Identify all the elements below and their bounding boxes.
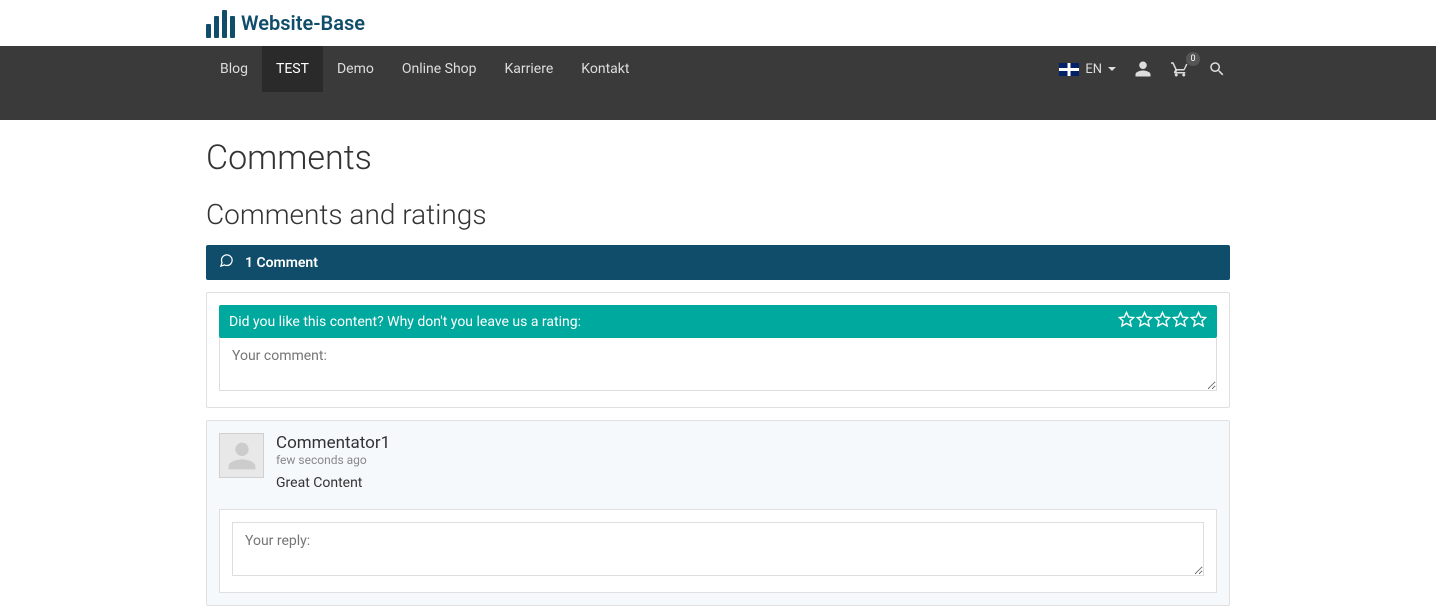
nav-right: EN 0 bbox=[1059, 46, 1230, 92]
star-2[interactable] bbox=[1136, 311, 1153, 332]
comment-body: Commentator1 few seconds ago Great Conte… bbox=[276, 433, 1217, 491]
comment-text: Great Content bbox=[276, 475, 1217, 491]
star-4[interactable] bbox=[1172, 311, 1189, 332]
comment-time: few seconds ago bbox=[276, 453, 1217, 467]
comment-author: Commentator1 bbox=[276, 433, 1217, 453]
star-1[interactable] bbox=[1118, 311, 1135, 332]
page-title: Comments bbox=[206, 138, 1230, 178]
rating-stars bbox=[1118, 311, 1207, 332]
nav-item-demo[interactable]: Demo bbox=[323, 46, 388, 92]
comment-textarea[interactable] bbox=[219, 338, 1217, 391]
main-content: Comments Comments and ratings 1 Comment … bbox=[206, 138, 1230, 606]
reply-box bbox=[219, 509, 1217, 593]
comments-icon bbox=[218, 253, 235, 272]
star-3[interactable] bbox=[1154, 311, 1171, 332]
new-comment-box: Did you like this content? Why don't you… bbox=[206, 292, 1230, 408]
uk-flag-icon bbox=[1059, 63, 1079, 76]
section-title: Comments and ratings bbox=[206, 198, 1230, 231]
logo-text: Website-Base bbox=[241, 11, 365, 35]
comment-row: Commentator1 few seconds ago Great Conte… bbox=[219, 433, 1217, 491]
comments-count-bar: 1 Comment bbox=[206, 245, 1230, 280]
nav-item-kontakt[interactable]: Kontakt bbox=[567, 46, 643, 92]
nav-item-online-shop[interactable]: Online Shop bbox=[388, 46, 491, 92]
nav-left: Blog TEST Demo Online Shop Karriere Kont… bbox=[206, 46, 643, 92]
star-5[interactable] bbox=[1190, 311, 1207, 332]
language-selector[interactable]: EN bbox=[1059, 62, 1116, 77]
nav-item-karriere[interactable]: Karriere bbox=[491, 46, 568, 92]
cart-badge: 0 bbox=[1186, 52, 1200, 66]
logo-bars-icon bbox=[206, 8, 235, 38]
reply-textarea[interactable] bbox=[232, 522, 1204, 576]
nav-item-blog[interactable]: Blog bbox=[206, 46, 262, 92]
top-header: Website-Base bbox=[0, 0, 1436, 46]
main-nav: Blog TEST Demo Online Shop Karriere Kont… bbox=[0, 46, 1436, 92]
avatar bbox=[219, 433, 264, 478]
search-icon[interactable] bbox=[1208, 60, 1226, 78]
cart-icon[interactable]: 0 bbox=[1170, 60, 1190, 78]
comments-count-label: 1 Comment bbox=[245, 255, 318, 271]
nav-item-test[interactable]: TEST bbox=[262, 46, 323, 92]
rating-prompt-text: Did you like this content? Why don't you… bbox=[229, 314, 581, 330]
rating-prompt-bar: Did you like this content? Why don't you… bbox=[219, 305, 1217, 338]
caret-down-icon bbox=[1108, 67, 1116, 71]
language-label: EN bbox=[1085, 62, 1102, 77]
user-icon[interactable] bbox=[1134, 60, 1152, 78]
site-logo[interactable]: Website-Base bbox=[206, 8, 1230, 38]
comment-card: Commentator1 few seconds ago Great Conte… bbox=[206, 420, 1230, 606]
secondary-nav-bar bbox=[0, 92, 1436, 120]
